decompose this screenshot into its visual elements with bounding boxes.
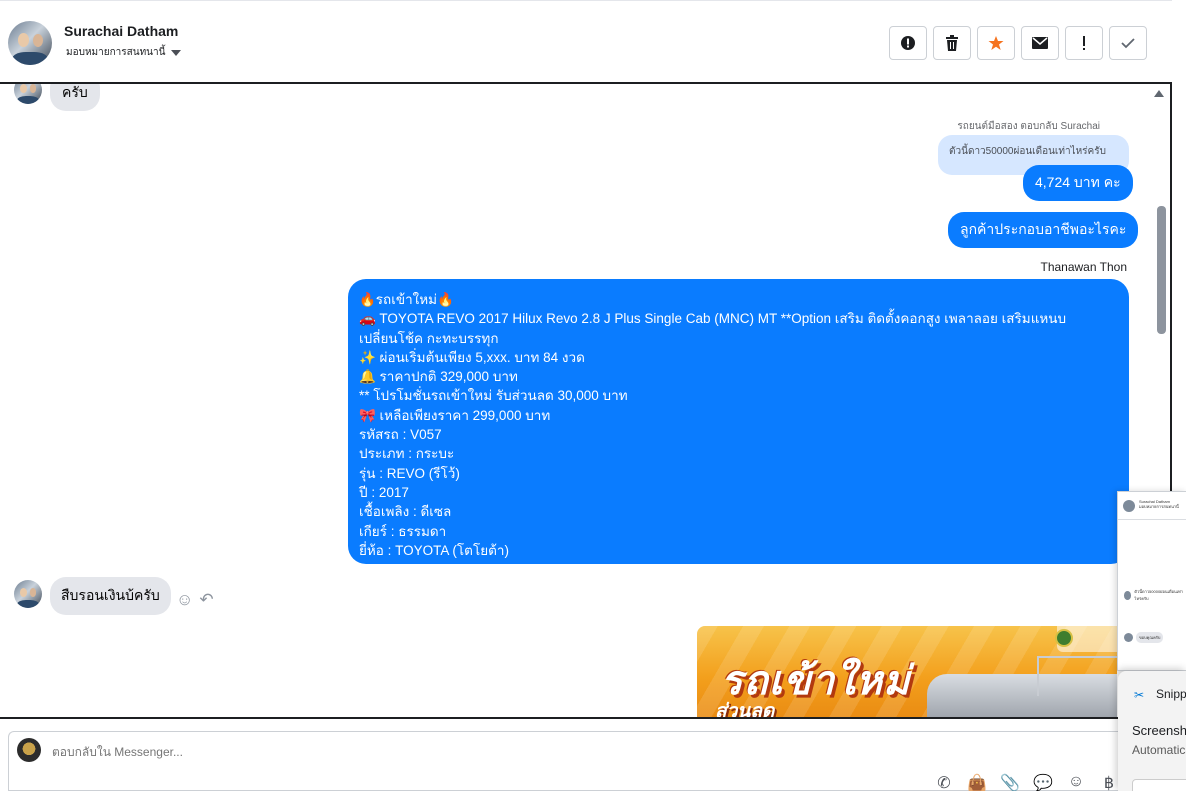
reply-context-label: รถยนต์มือสอง ตอบกลับ Surachai bbox=[957, 121, 1100, 132]
call-add-icon[interactable]: ✆ bbox=[934, 773, 954, 791]
outgoing-message-price[interactable]: 4,724 บาท คะ bbox=[1023, 165, 1133, 201]
trash-icon bbox=[946, 35, 958, 51]
listing-line: รุ่น : REVO (รีโว้) bbox=[359, 465, 460, 481]
conversation-header: Surachai Datham มอบหมายการสนทนานี้ bbox=[0, 0, 1172, 82]
page-avatar bbox=[17, 738, 41, 762]
star-button[interactable] bbox=[977, 26, 1015, 60]
follow-up-button[interactable] bbox=[1065, 26, 1103, 60]
outgoing-message-question[interactable]: ลูกค้าประกอบอาชีพอะไรคะ bbox=[948, 212, 1139, 248]
delete-button[interactable] bbox=[933, 26, 971, 60]
listing-line: ปี : 2017 bbox=[359, 484, 409, 500]
notification-line1: Screenshot copied bbox=[1132, 723, 1186, 738]
listing-line: เปลี่ยนโช้ค กะทะบรรทุก bbox=[359, 330, 499, 346]
listing-line: ประเภท : กระบะ bbox=[359, 446, 455, 462]
listing-line: ** โปรโมชั่นรถเข้าใหม่ รับส่วนลด 30,000 … bbox=[359, 388, 628, 404]
mini-row: ตัวนี้ดาว50000ผ่อนเดือนเท่าไหร่ครับ bbox=[1124, 588, 1186, 602]
shopping-bag-icon[interactable]: 👜 bbox=[967, 773, 987, 791]
reply-arrow-icon[interactable]: ↶ bbox=[199, 590, 213, 610]
composer: ✆ 👜 📎 💬 ☺ ฿ bbox=[0, 719, 1120, 791]
composer-tools: ✆ 👜 📎 💬 ☺ ฿ bbox=[934, 773, 1119, 791]
checkmark-icon bbox=[1121, 38, 1135, 49]
outgoing-car-listing-message[interactable]: 🔥รถเข้าใหม่🔥 🚗 TOYOTA REVO 2017 Hilux Rev… bbox=[348, 279, 1129, 564]
caret-down-icon bbox=[171, 49, 182, 56]
promo-subtitle: ส่วนลด bbox=[715, 701, 775, 719]
listing-line: 🔥รถเข้าใหม่🔥 bbox=[359, 292, 454, 307]
scroll-up-arrow-icon[interactable] bbox=[1154, 90, 1164, 97]
mark-unread-button[interactable] bbox=[1021, 26, 1059, 60]
listing-line: เชื้อเพลิง : ดีเซล bbox=[359, 504, 452, 520]
snipping-tool-notification[interactable]: ✂ Snipping Tool Screenshot copied Automa… bbox=[1118, 671, 1186, 791]
mark-spam-button[interactable] bbox=[889, 26, 927, 60]
notification-title: Snipping Tool bbox=[1156, 687, 1186, 701]
listing-line: เกียร์ : ธรรมดา bbox=[359, 523, 447, 539]
listing-line: 🎀 เหลือเพียงราคา 299,000 บาท bbox=[359, 407, 551, 423]
emoji-react-icon[interactable]: ☺ bbox=[176, 590, 193, 610]
sender-name: Thanawan Thon bbox=[1040, 260, 1127, 274]
message-actions: ☺ ↶ bbox=[176, 590, 214, 610]
scissors-icon: ✂ bbox=[1134, 688, 1145, 702]
contact-name[interactable]: Surachai Datham bbox=[64, 23, 178, 39]
contact-avatar-small bbox=[14, 84, 42, 104]
listing-line: 🔔 ราคาปกติ 329,000 บาท bbox=[359, 369, 518, 385]
attachment-icon[interactable]: 📎 bbox=[1000, 773, 1020, 791]
payment-icon[interactable]: ฿ bbox=[1099, 773, 1119, 791]
listing-line: รหัสรถ : V057 bbox=[359, 427, 442, 443]
mark-done-button[interactable] bbox=[1109, 26, 1147, 60]
contact-avatar[interactable] bbox=[8, 21, 52, 65]
promo-image[interactable]: รถเข้าใหม่ ส่วนลด bbox=[697, 626, 1117, 719]
message-thread[interactable]: ครับ รถยนต์มือสอง ตอบกลับ Surachai ตัวนี… bbox=[0, 82, 1172, 719]
header-actions bbox=[889, 26, 1147, 60]
reply-input[interactable] bbox=[52, 745, 452, 759]
alert-circle-icon bbox=[901, 36, 915, 50]
mini-avatar bbox=[1123, 500, 1135, 512]
dealer-logo-icon bbox=[1055, 629, 1073, 647]
notification-button[interactable] bbox=[1132, 779, 1186, 791]
mini-chat-preview[interactable]: Surachai Datham มอบหมายการสนทนานี้ ตัวนี… bbox=[1117, 491, 1186, 671]
scrollbar-thumb[interactable] bbox=[1157, 206, 1166, 334]
notification-line2: Automatically saved bbox=[1132, 743, 1186, 757]
messenger-window: Surachai Datham มอบหมายการสนทนานี้ ครับ … bbox=[0, 0, 1186, 791]
mini-subtitle: มอบหมายการสนทนานี้ bbox=[1139, 504, 1179, 509]
envelope-icon bbox=[1032, 37, 1048, 49]
assign-conversation-dropdown[interactable]: มอบหมายการสนทนานี้ bbox=[66, 45, 182, 60]
listing-line: 🚗 TOYOTA REVO 2017 Hilux Revo 2.8 J Plus… bbox=[359, 311, 1067, 327]
exclamation-icon bbox=[1083, 36, 1085, 50]
listing-line: ยี่ห้อ : TOYOTA (โตโยต้า) bbox=[359, 542, 509, 558]
assign-label: มอบหมายการสนทนานี้ bbox=[66, 47, 166, 58]
saved-reply-icon[interactable]: 💬 bbox=[1033, 773, 1053, 791]
incoming-message[interactable]: ครับ bbox=[50, 84, 100, 111]
contact-avatar-small bbox=[14, 580, 42, 608]
incoming-message-last[interactable]: สืบรอนเงินบ้ครับ bbox=[50, 577, 171, 615]
emoji-icon[interactable]: ☺ bbox=[1066, 773, 1086, 791]
star-icon bbox=[988, 36, 1004, 50]
listing-line: ✨ ผ่อนเริ่มต้นเพียง 5,xxx. บาท 84 งวด bbox=[359, 349, 585, 365]
mini-row: ขอบคุณครับ bbox=[1124, 632, 1164, 643]
